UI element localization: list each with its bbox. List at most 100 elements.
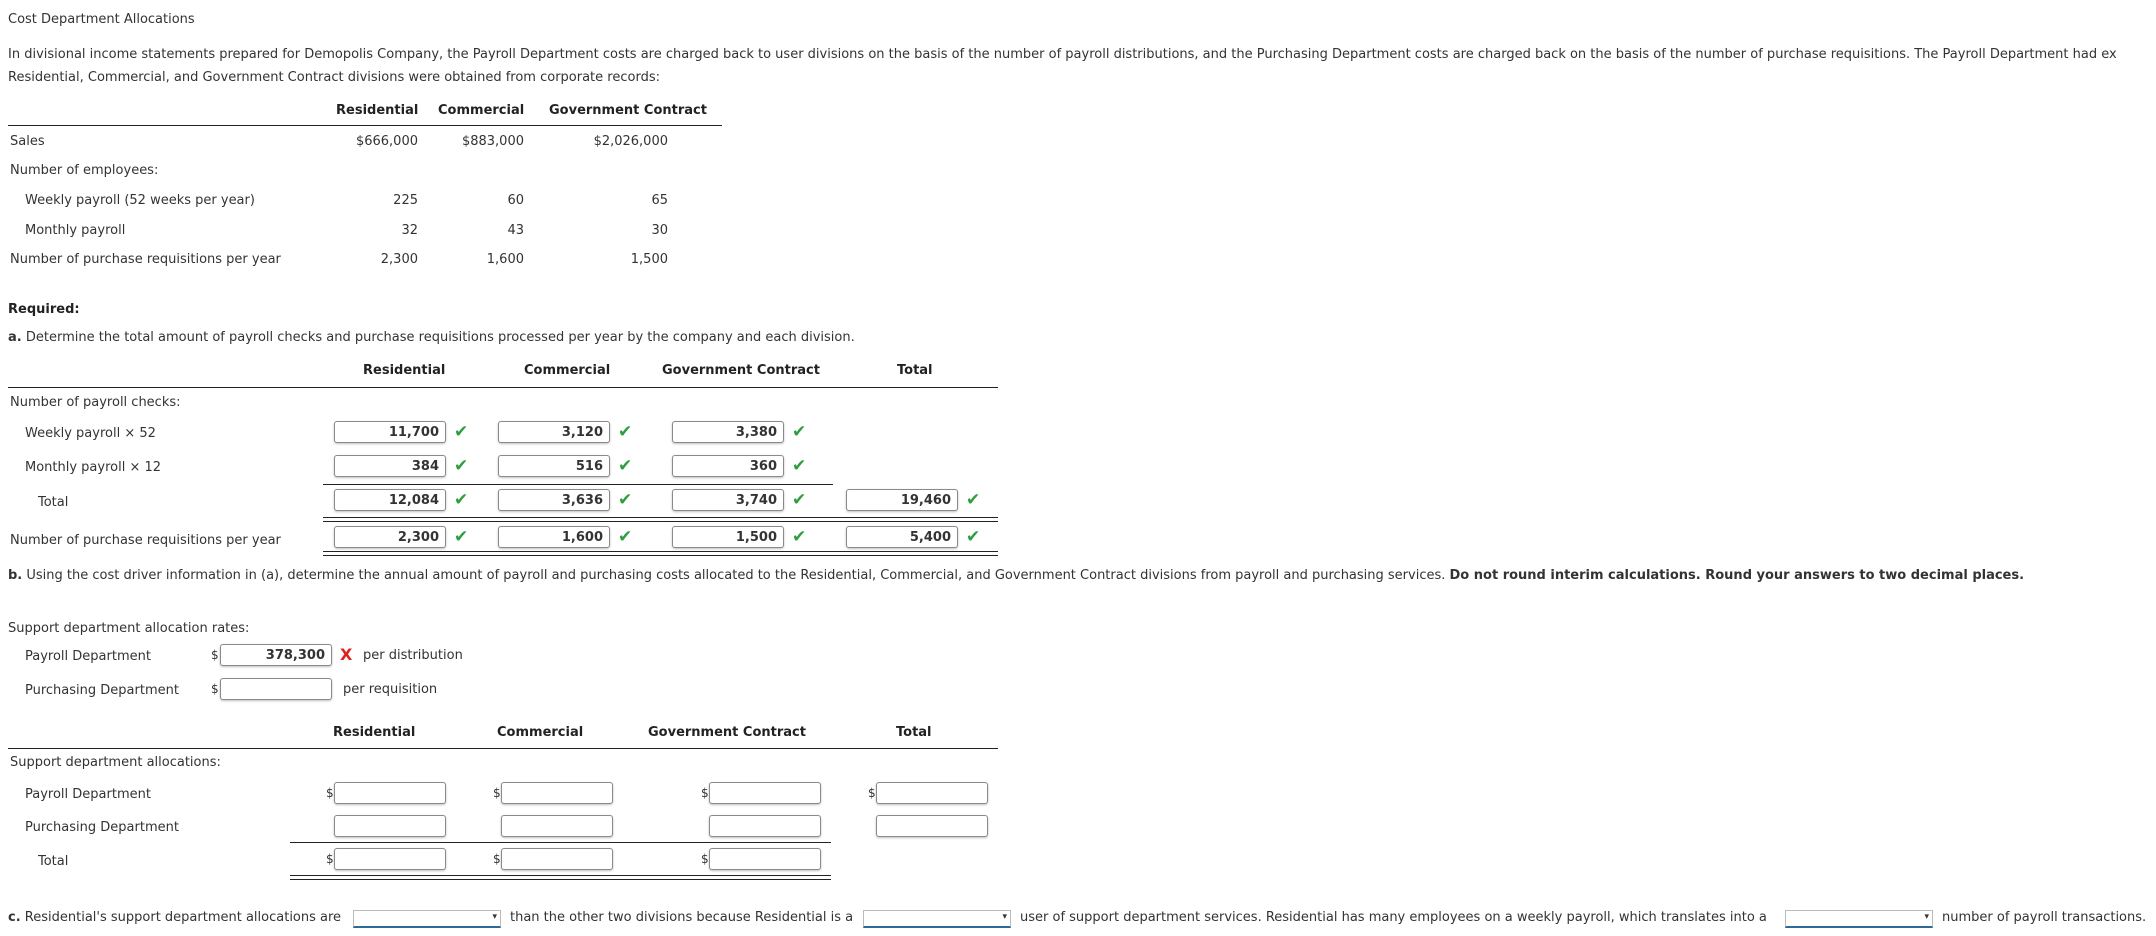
part-b-text: Using the cost driver information in (a)…: [26, 568, 1450, 583]
records-cell: $883,000: [461, 134, 524, 149]
payroll-total-commercial-input[interactable]: [498, 489, 610, 511]
chevron-down-icon: ▾: [492, 912, 497, 922]
table-a-row-label: Total: [38, 495, 69, 510]
intro-line-2: Residential, Commercial, and Government …: [8, 70, 660, 85]
records-cell: 65: [651, 193, 668, 208]
purchasing-rate-input[interactable]: [220, 678, 332, 700]
purchasing-allocation-residential-input[interactable]: [334, 815, 446, 837]
records-cell: 2,300: [380, 252, 418, 267]
requisitions-commercial-input[interactable]: [498, 526, 610, 548]
records-row-label: Monthly payroll: [25, 223, 126, 238]
payroll-rate-label: Payroll Department: [25, 649, 151, 664]
part-a-letter: a.: [8, 330, 22, 345]
part-c-text-1-content: Residential's support department allocat…: [24, 910, 342, 925]
payroll-total-total-input[interactable]: [846, 489, 958, 511]
part-b-letter: b.: [8, 568, 23, 583]
table-b-header-rule: [8, 748, 998, 749]
records-header-government: Government Contract: [549, 103, 707, 118]
table-b-section-label: Support department allocations:: [10, 755, 221, 770]
records-cell: 30: [651, 223, 668, 238]
total-allocation-residential-input[interactable]: [334, 848, 446, 870]
records-cell: 43: [507, 223, 524, 238]
currency-symbol: $: [493, 786, 501, 800]
monthly-payroll-commercial-input[interactable]: [498, 455, 610, 477]
part-c-text-3: user of support department services. Res…: [1020, 910, 1767, 925]
table-a-header-commercial: Commercial: [524, 363, 611, 378]
payroll-rate-input[interactable]: [220, 644, 332, 666]
table-b-row-label: Total: [38, 854, 69, 869]
user-level-dropdown[interactable]: ▾: [863, 910, 1011, 928]
monthly-payroll-residential-input[interactable]: [334, 455, 446, 477]
part-c-text-1: c. Residential's support department allo…: [8, 910, 341, 925]
records-row-label: Weekly payroll (52 weeks per year): [25, 193, 255, 208]
correct-check-icon: ✔: [618, 490, 633, 510]
records-header-residential: Residential: [336, 103, 419, 118]
purchasing-rate-unit: per requisition: [343, 682, 438, 697]
correct-check-icon: ✔: [792, 527, 807, 547]
purchasing-allocation-total-input[interactable]: [876, 815, 988, 837]
currency-symbol: $: [326, 786, 334, 800]
rates-heading: Support department allocation rates:: [8, 621, 250, 636]
required-heading: Required:: [8, 302, 80, 317]
part-c-text-4: number of payroll transactions.: [1942, 910, 2147, 925]
payroll-rate-unit: per distribution: [363, 648, 463, 663]
currency-symbol: $: [701, 852, 709, 866]
payroll-allocation-government-input[interactable]: [709, 782, 821, 804]
table-b-header-total: Total: [896, 725, 932, 740]
payroll-allocation-total-input[interactable]: [876, 782, 988, 804]
records-row-label: Number of purchase requisitions per year: [10, 252, 281, 267]
correct-check-icon: ✔: [792, 456, 807, 476]
correct-check-icon: ✔: [966, 527, 981, 547]
chevron-down-icon: ▾: [1002, 912, 1007, 922]
part-b-bold-text: Do not round interim calculations. Round…: [1449, 568, 2025, 583]
table-a-header-residential: Residential: [363, 363, 446, 378]
comparison-dropdown[interactable]: ▾: [353, 910, 501, 928]
records-row-label: Sales: [10, 134, 45, 149]
page-title: Cost Department Allocations: [8, 12, 195, 27]
payroll-allocation-residential-input[interactable]: [334, 782, 446, 804]
correct-check-icon: ✔: [618, 422, 633, 442]
purchasing-allocation-government-input[interactable]: [709, 815, 821, 837]
correct-check-icon: ✔: [618, 456, 633, 476]
total-allocation-government-input[interactable]: [709, 848, 821, 870]
table-b-subtotal-rule: [290, 842, 831, 843]
monthly-payroll-government-input[interactable]: [672, 455, 784, 477]
table-a-header-total: Total: [897, 363, 933, 378]
currency-symbol: $: [493, 852, 501, 866]
requisitions-residential-input[interactable]: [334, 526, 446, 548]
payroll-total-government-input[interactable]: [672, 489, 784, 511]
requisitions-total-input[interactable]: [846, 526, 958, 548]
total-double-rule: [323, 517, 998, 522]
purchasing-rate-label: Purchasing Department: [25, 683, 179, 698]
records-cell: 225: [393, 193, 418, 208]
weekly-payroll-residential-input[interactable]: [334, 421, 446, 443]
purchasing-allocation-commercial-input[interactable]: [501, 815, 613, 837]
records-row-label: Number of employees:: [10, 163, 159, 178]
incorrect-x-icon: X: [340, 645, 353, 664]
part-a-instruction: a. Determine the total amount of payroll…: [8, 330, 855, 345]
total-allocation-commercial-input[interactable]: [501, 848, 613, 870]
correct-check-icon: ✔: [454, 422, 469, 442]
requisitions-government-input[interactable]: [672, 526, 784, 548]
currency-symbol: $: [701, 786, 709, 800]
currency-symbol: $: [211, 682, 219, 696]
table-a-row-label: Monthly payroll × 12: [25, 460, 162, 475]
part-a-text: Determine the total amount of payroll ch…: [25, 330, 855, 345]
currency-symbol: $: [868, 786, 876, 800]
payroll-allocation-commercial-input[interactable]: [501, 782, 613, 804]
table-a-header-government: Government Contract: [662, 363, 820, 378]
part-c-letter: c.: [8, 910, 21, 925]
records-cell: 60: [507, 193, 524, 208]
records-cell: 1,600: [486, 252, 524, 267]
chevron-down-icon: ▾: [1924, 912, 1929, 922]
records-cell: 1,500: [630, 252, 668, 267]
table-b-header-government: Government Contract: [648, 725, 806, 740]
subtotal-rule: [323, 484, 833, 485]
transaction-volume-dropdown[interactable]: ▾: [1785, 910, 1933, 928]
table-b-total-double-rule: [290, 875, 831, 880]
weekly-payroll-commercial-input[interactable]: [498, 421, 610, 443]
table-a-section-label: Number of payroll checks:: [10, 395, 181, 410]
payroll-total-residential-input[interactable]: [334, 489, 446, 511]
weekly-payroll-government-input[interactable]: [672, 421, 784, 443]
intro-line-1: In divisional income statements prepared…: [8, 47, 2117, 62]
